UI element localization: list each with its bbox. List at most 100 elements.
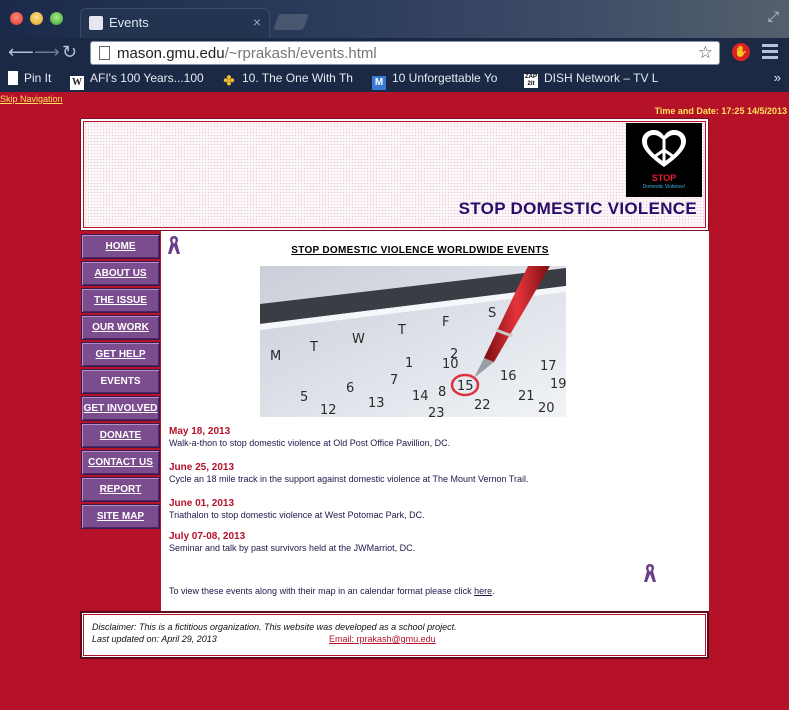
calendar-number: 8 [438, 385, 446, 400]
calendar-number: 7 [390, 373, 398, 388]
calendar-day-label: W [352, 332, 365, 347]
minimize-window-button[interactable] [30, 12, 43, 25]
calendar-number: 1 [405, 356, 413, 371]
reload-icon[interactable]: ↻ [62, 42, 77, 62]
event-description: Cycle an 18 mile track in the support ag… [169, 474, 529, 484]
bookmark-label: Pin It [24, 71, 52, 85]
event-description: Walk-a-thon to stop domestic violence at… [169, 438, 451, 448]
disclaimer-text: Disclaimer: This is a fictitious organiz… [92, 622, 457, 632]
forward-arrow-icon[interactable]: ⟶ [34, 42, 60, 62]
back-arrow-icon[interactable]: ⟵ [8, 42, 34, 62]
close-window-button[interactable] [10, 12, 23, 25]
nav-about-us[interactable]: ABOUT US [81, 261, 160, 286]
bookmark-unforgettable[interactable]: M 10 Unforgettable Yo [372, 71, 512, 90]
nav-report-abuse[interactable]: REPORT ABUSE [81, 477, 160, 518]
calendar-day-label: F [442, 315, 449, 330]
main-content: STOP DOMESTIC VIOLENCE WORLDWIDE EVENTS … [161, 231, 709, 611]
browser-chrome: Events × ⤢ ⟵ ⟶ ↻ mason.gmu.edu/~rprakash… [0, 0, 789, 92]
site-title: STOP DOMESTIC VIOLENCE [458, 199, 697, 218]
page-heading: STOP DOMESTIC VIOLENCE WORLDWIDE EVENTS [291, 245, 549, 256]
event-date: July 07-08, 2013 [169, 531, 246, 542]
nav-events[interactable]: EVENTS [81, 369, 160, 394]
event-date: June 01, 2013 [169, 498, 235, 509]
calendar-number: 20 [538, 401, 555, 416]
event-description: Triathalon to stop domestic violence at … [169, 510, 425, 520]
calendar-note-end: . [492, 586, 495, 596]
event-date: June 25, 2013 [169, 462, 235, 473]
email-link[interactable]: Email: rprakash@gmu.edu [329, 634, 436, 644]
last-updated-text: Last updated on: April 29, 2013 [92, 634, 217, 644]
calendar-day-label: S [488, 306, 496, 321]
calendar-number: 14 [412, 389, 429, 404]
bookmark-pin-it[interactable]: Pin It [8, 71, 66, 85]
tab-events[interactable]: Events × [80, 8, 270, 38]
calendar-number: 10 [442, 357, 459, 372]
sidebar-nav: HOME ABOUT US THE ISSUE OUR WORK GET HEL… [80, 231, 161, 536]
bookmark-dish-network[interactable]: ZAP 2it DISH Network – TV L [524, 71, 766, 88]
zap2it-icon: ZAP 2it [524, 74, 538, 88]
nav-donate[interactable]: DONATE [81, 423, 160, 448]
calendar-note-text: To view these events along with their ma… [169, 586, 475, 596]
bookmark-label: 10. The One With Th [242, 71, 353, 85]
calendar-day-label: T [309, 340, 318, 355]
site-footer: Disclaimer: This is a fictitious organiz… [80, 611, 709, 659]
document-icon [8, 71, 18, 85]
pinwheel-icon: ✤ [223, 73, 235, 88]
nav-get-involved[interactable]: GET INVOLVED [81, 396, 160, 421]
site-logo: STOP Domestic Violence! [626, 123, 702, 197]
calendar-number: 5 [300, 390, 308, 405]
url-path: /~rprakash/events.html [224, 45, 377, 62]
peace-heart-icon [642, 130, 686, 167]
navigation-bar: ⟵ ⟶ ↻ mason.gmu.edu/~rprakash/events.htm… [0, 38, 789, 68]
calendar-number: 19 [550, 377, 566, 392]
bookmark-label: DISH Network – TV L [544, 71, 659, 85]
zoom-window-button[interactable] [50, 12, 63, 25]
awareness-ribbon-icon [644, 564, 656, 582]
bookmarks-bar: Pin It W AFI's 100 Years...100 ✤ 10. The O… [0, 68, 789, 92]
nav-our-work[interactable]: OUR WORK [81, 315, 160, 340]
logo-subtitle: Domestic Violence! [642, 184, 686, 190]
calendar-number: 23 [428, 406, 445, 417]
new-tab-button[interactable] [273, 14, 309, 30]
bookmark-the-one-with[interactable]: ✤ 10. The One With Th [222, 71, 360, 88]
nav-get-help[interactable]: GET HELP [81, 342, 160, 367]
calendar-number: 17 [540, 359, 557, 374]
calendar-note: To view these events along with their ma… [169, 586, 495, 596]
skip-navigation-link[interactable]: Skip Navigation [0, 94, 63, 104]
event-date: May 18, 2013 [169, 426, 231, 437]
nav-home[interactable]: HOME [81, 234, 160, 259]
calendar-number: 6 [346, 381, 354, 396]
bookmark-label: 10 Unforgettable Yo [392, 71, 498, 85]
tab-close-icon[interactable]: × [253, 14, 261, 30]
event-description: Seminar and talk by past survivors held … [169, 543, 416, 553]
heart-favicon-icon [89, 16, 103, 30]
menu-icon[interactable] [762, 44, 778, 60]
page-icon [99, 46, 110, 60]
calendar-number: 12 [320, 403, 337, 417]
calendar-day-label: M [270, 349, 281, 364]
calendar-day-label: T [397, 323, 406, 338]
calendar-here-link[interactable]: here [474, 586, 492, 596]
calendar-number-15: 15 [457, 379, 474, 394]
site-header: STOP Domestic Violence! STOP DOMESTIC VI… [80, 118, 709, 231]
footer-border: Disclaimer: This is a fictitious organiz… [83, 614, 706, 656]
bookmark-star-icon[interactable]: ☆ [698, 43, 713, 63]
calendar-number: 22 [474, 398, 491, 413]
calendar-number: 16 [500, 369, 517, 384]
calendar-number: 13 [368, 396, 385, 411]
date-time-display: Time and Date: 17:25 14/5/2013 [654, 106, 787, 116]
stop-extension-icon[interactable]: ✋ [732, 43, 750, 61]
title-bar: Events × ⤢ [0, 0, 789, 38]
bookmark-afi[interactable]: W AFI's 100 Years...100 [70, 71, 210, 90]
address-bar[interactable]: mason.gmu.edu/~rprakash/events.html ☆ [90, 41, 720, 65]
m-icon: M [372, 76, 386, 90]
calendar-image: M T W T F S 1 2 3 8 10 16 17 15 5 6 7 12… [260, 266, 566, 417]
nav-contact-us[interactable]: CONTACT US [81, 450, 160, 475]
nav-the-issue[interactable]: THE ISSUE [81, 288, 160, 313]
more-bookmarks-chevron-icon[interactable]: » [774, 70, 781, 85]
fullscreen-icon[interactable]: ⤢ [768, 8, 779, 25]
url-text[interactable]: mason.gmu.edu/~rprakash/events.html [117, 45, 377, 62]
nav-site-map[interactable]: SITE MAP [81, 504, 160, 529]
bookmark-label: AFI's 100 Years...100 [90, 71, 204, 85]
tab-title: Events [109, 15, 149, 30]
